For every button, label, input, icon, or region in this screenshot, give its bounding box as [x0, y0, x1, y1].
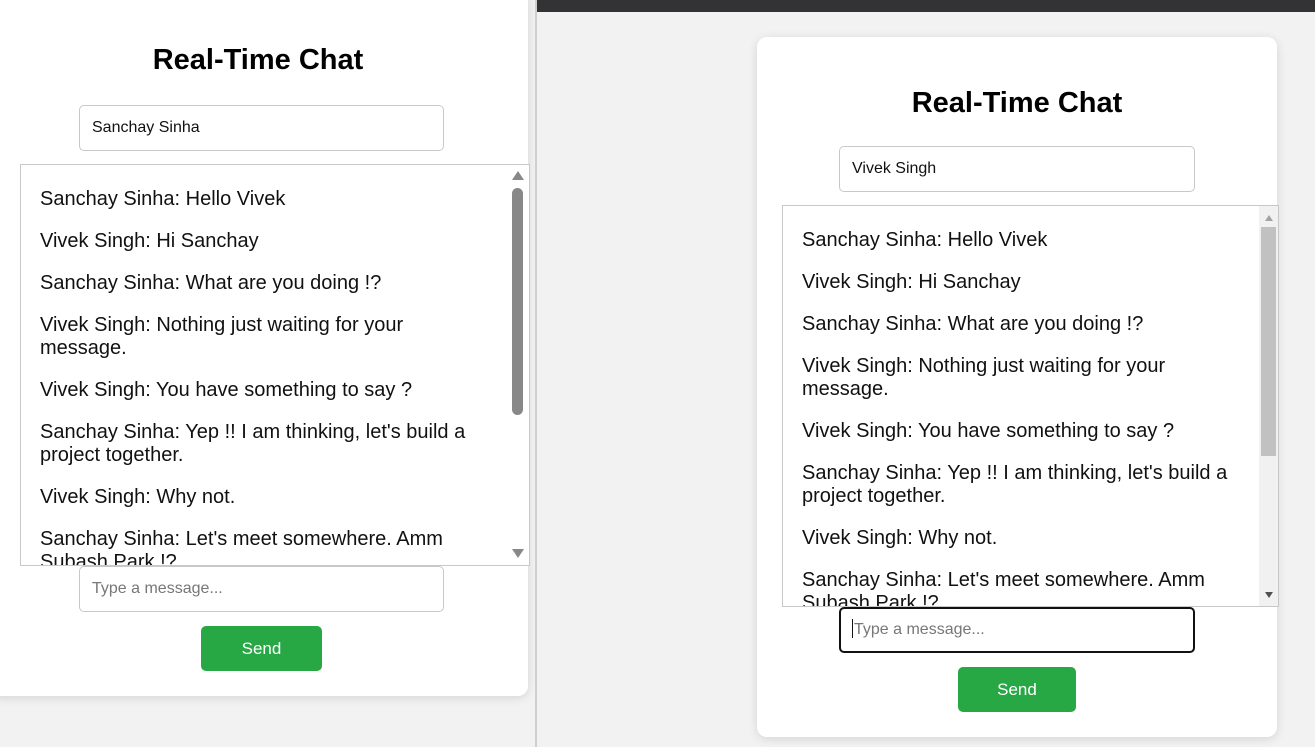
- message-list: Sanchay Sinha: Hello Vivek Vivek Singh: …: [802, 229, 1248, 607]
- send-button[interactable]: Send: [958, 667, 1076, 712]
- chat-message: Vivek Singh: Nothing just waiting for yo…: [40, 314, 404, 359]
- browser-top-bar: [537, 0, 1315, 12]
- left-browser-pane: Real-Time Chat Sanchay Sinha Sanchay Sin…: [0, 0, 535, 747]
- right-browser-pane: Real-Time Chat Vivek Singh Sanchay Sinha…: [537, 0, 1315, 747]
- chat-message: Sanchay Sinha: Yep !! I am thinking, let…: [802, 462, 1228, 507]
- scroll-thumb[interactable]: [1261, 227, 1276, 456]
- chat-message: Sanchay Sinha: Hello Vivek: [802, 229, 1048, 251]
- messages-panel[interactable]: Sanchay Sinha: Hello Vivek Vivek Singh: …: [782, 205, 1279, 607]
- chat-message: Vivek Singh: Why not.: [802, 527, 998, 549]
- send-button[interactable]: Send: [201, 626, 322, 671]
- page-title: Real-Time Chat: [911, 87, 1123, 119]
- chat-message: Sanchay Sinha: What are you doing !?: [802, 313, 1144, 335]
- scroll-up-arrow-icon[interactable]: [512, 171, 524, 180]
- chat-message: Vivek Singh: You have something to say ?: [802, 420, 1175, 442]
- scroll-up-arrow-icon[interactable]: [1264, 215, 1273, 221]
- scroll-thumb[interactable]: [512, 188, 523, 415]
- chat-message: Sanchay Sinha: Let's meet somewhere. Amm…: [40, 528, 443, 566]
- chat-container: Real-Time Chat Vivek Singh Sanchay Sinha…: [757, 37, 1279, 737]
- messages-scrollbar[interactable]: [1259, 206, 1278, 606]
- messages-scrollbar[interactable]: [507, 165, 529, 565]
- scroll-down-arrow-icon[interactable]: [512, 549, 524, 558]
- scroll-down-arrow-icon[interactable]: [1264, 592, 1273, 598]
- chat-container: Real-Time Chat Sanchay Sinha Sanchay Sin…: [0, 0, 530, 696]
- chat-message: Vivek Singh: Nothing just waiting for yo…: [802, 355, 1166, 400]
- chat-message: Sanchay Sinha: What are you doing !?: [40, 272, 382, 294]
- chat-message: Vivek Singh: Hi Sanchay: [802, 271, 1021, 293]
- message-input[interactable]: Type a message...: [839, 607, 1195, 653]
- chat-message: Sanchay Sinha: Hello Vivek: [40, 188, 286, 210]
- message-list: Sanchay Sinha: Hello Vivek Vivek Singh: …: [40, 188, 489, 566]
- username-input[interactable]: Sanchay Sinha: [79, 105, 444, 151]
- message-input[interactable]: Type a message...: [79, 566, 444, 612]
- chat-message: Sanchay Sinha: Yep !! I am thinking, let…: [40, 421, 466, 466]
- chat-message: Vivek Singh: Hi Sanchay: [40, 230, 259, 252]
- page-title: Real-Time Chat: [152, 44, 364, 76]
- chat-message: Vivek Singh: Why not.: [40, 486, 236, 508]
- chat-message: Sanchay Sinha: Let's meet somewhere. Amm…: [802, 569, 1205, 607]
- messages-panel[interactable]: Sanchay Sinha: Hello Vivek Vivek Singh: …: [20, 164, 530, 566]
- message-input-placeholder: Type a message...: [854, 621, 985, 638]
- username-input[interactable]: Vivek Singh: [839, 146, 1195, 192]
- chat-message: Vivek Singh: You have something to say ?: [40, 379, 413, 401]
- text-caret: [852, 619, 853, 639]
